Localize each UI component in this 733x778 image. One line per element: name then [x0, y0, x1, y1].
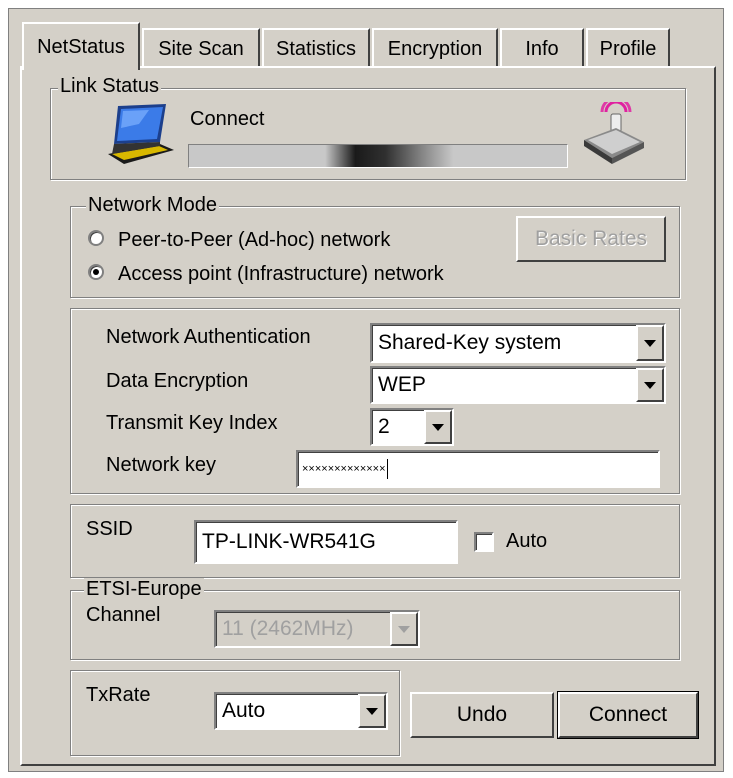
txrate-label: TxRate — [86, 684, 151, 706]
txrate-select[interactable]: Auto — [214, 692, 388, 730]
radio-selected-dot — [93, 269, 99, 275]
network-authentication-label: Network Authentication — [106, 326, 311, 348]
infrastructure-radio[interactable] — [88, 264, 104, 280]
network-key-input[interactable]: ××××××××××××× — [296, 450, 660, 488]
channel-select[interactable]: 11 (2462MHz) — [214, 610, 420, 648]
basic-rates-button[interactable]: Basic Rates — [516, 216, 666, 262]
signal-progress-bar — [188, 144, 568, 168]
chevron-down-icon[interactable] — [636, 325, 664, 361]
ssid-label: SSID — [86, 518, 133, 540]
network-authentication-select[interactable]: Shared-Key system — [370, 323, 666, 363]
tab-encryption[interactable]: Encryption — [372, 28, 498, 68]
text-caret — [386, 459, 388, 479]
adhoc-radio-label: Peer-to-Peer (Ad-hoc) network — [118, 229, 391, 251]
chevron-down-icon[interactable] — [390, 612, 418, 646]
connection-status-text: Connect — [190, 108, 265, 130]
chevron-down-icon[interactable] — [424, 410, 452, 444]
undo-button[interactable]: Undo — [410, 692, 554, 738]
txrate-value: Auto — [222, 699, 266, 722]
adhoc-radio[interactable] — [88, 230, 104, 246]
tab-site-scan[interactable]: Site Scan — [142, 28, 260, 68]
signal-progress-fill — [189, 145, 567, 167]
ssid-auto-label: Auto — [506, 530, 548, 552]
network-authentication-value: Shared-Key system — [378, 331, 562, 354]
ssid-input[interactable]: TP-LINK-WR541G — [194, 520, 458, 564]
link-status-title: Link Status — [58, 75, 161, 98]
ssid-auto-checkbox[interactable] — [474, 532, 494, 552]
channel-value: 11 (2462MHz) — [222, 617, 354, 640]
tab-info[interactable]: Info — [500, 28, 584, 68]
tab-netstatus[interactable]: NetStatus — [22, 22, 140, 70]
transmit-key-index-select[interactable]: 2 — [370, 408, 454, 446]
ssid-value: TP-LINK-WR541G — [202, 530, 376, 553]
infrastructure-radio-label: Access point (Infrastructure) network — [118, 263, 444, 285]
chevron-down-icon[interactable] — [636, 368, 664, 402]
transmit-key-index-value: 2 — [378, 415, 390, 438]
transmit-key-index-label: Transmit Key Index — [106, 412, 278, 434]
laptop-icon — [108, 104, 174, 164]
data-encryption-label: Data Encryption — [106, 370, 249, 392]
channel-label: Channel — [86, 604, 161, 626]
wireless-router-icon — [584, 102, 644, 164]
tab-statistics[interactable]: Statistics — [262, 28, 370, 68]
network-mode-title: Network Mode — [86, 194, 219, 217]
data-encryption-select[interactable]: WEP — [370, 366, 666, 404]
chevron-down-icon[interactable] — [358, 694, 386, 728]
network-key-label: Network key — [106, 454, 217, 476]
data-encryption-value: WEP — [378, 373, 426, 396]
region-title: ETSI-Europe — [84, 578, 204, 601]
connect-button[interactable]: Connect — [557, 691, 699, 739]
tab-profile[interactable]: Profile — [586, 28, 670, 68]
network-key-value: ××××××××××××× — [302, 463, 386, 475]
